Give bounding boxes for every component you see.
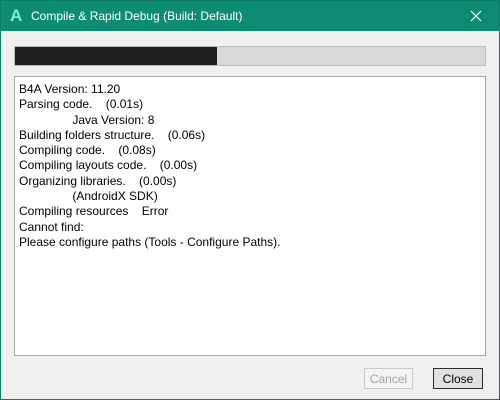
close-x-glyph	[470, 10, 482, 22]
compile-log[interactable]: B4A Version: 11.20 Parsing code. (0.01s) …	[14, 76, 486, 356]
log-line: Compiling code. (0.08s)	[19, 143, 156, 158]
progress-bar	[14, 46, 486, 66]
log-line: Organizing libraries. (0.00s)	[19, 173, 177, 188]
close-button[interactable]: Close	[433, 368, 483, 389]
title-bar[interactable]: A Compile & Rapid Debug (Build: Default)	[1, 1, 499, 31]
progress-bar-fill	[15, 47, 218, 65]
close-window-icon[interactable]	[453, 1, 499, 31]
log-line: Cannot find:	[19, 219, 84, 234]
log-line: Compiling resources Error	[19, 204, 169, 219]
cancel-button[interactable]: Cancel	[364, 368, 413, 389]
log-line: Building folders structure. (0.06s)	[19, 127, 206, 142]
log-line: Please configure paths (Tools - Configur…	[19, 234, 281, 249]
window-title: Compile & Rapid Debug (Build: Default)	[31, 9, 243, 23]
compile-dialog: A Compile & Rapid Debug (Build: Default)…	[0, 0, 500, 400]
log-line: (AndroidX SDK)	[19, 189, 158, 204]
log-line: Java Version: 8	[19, 112, 155, 127]
log-line: B4A Version: 11.20	[19, 82, 121, 96]
log-line: Compiling layouts code. (0.00s)	[19, 158, 198, 173]
b4a-app-icon: A	[10, 6, 23, 25]
log-line: Parsing code. (0.01s)	[19, 97, 144, 112]
